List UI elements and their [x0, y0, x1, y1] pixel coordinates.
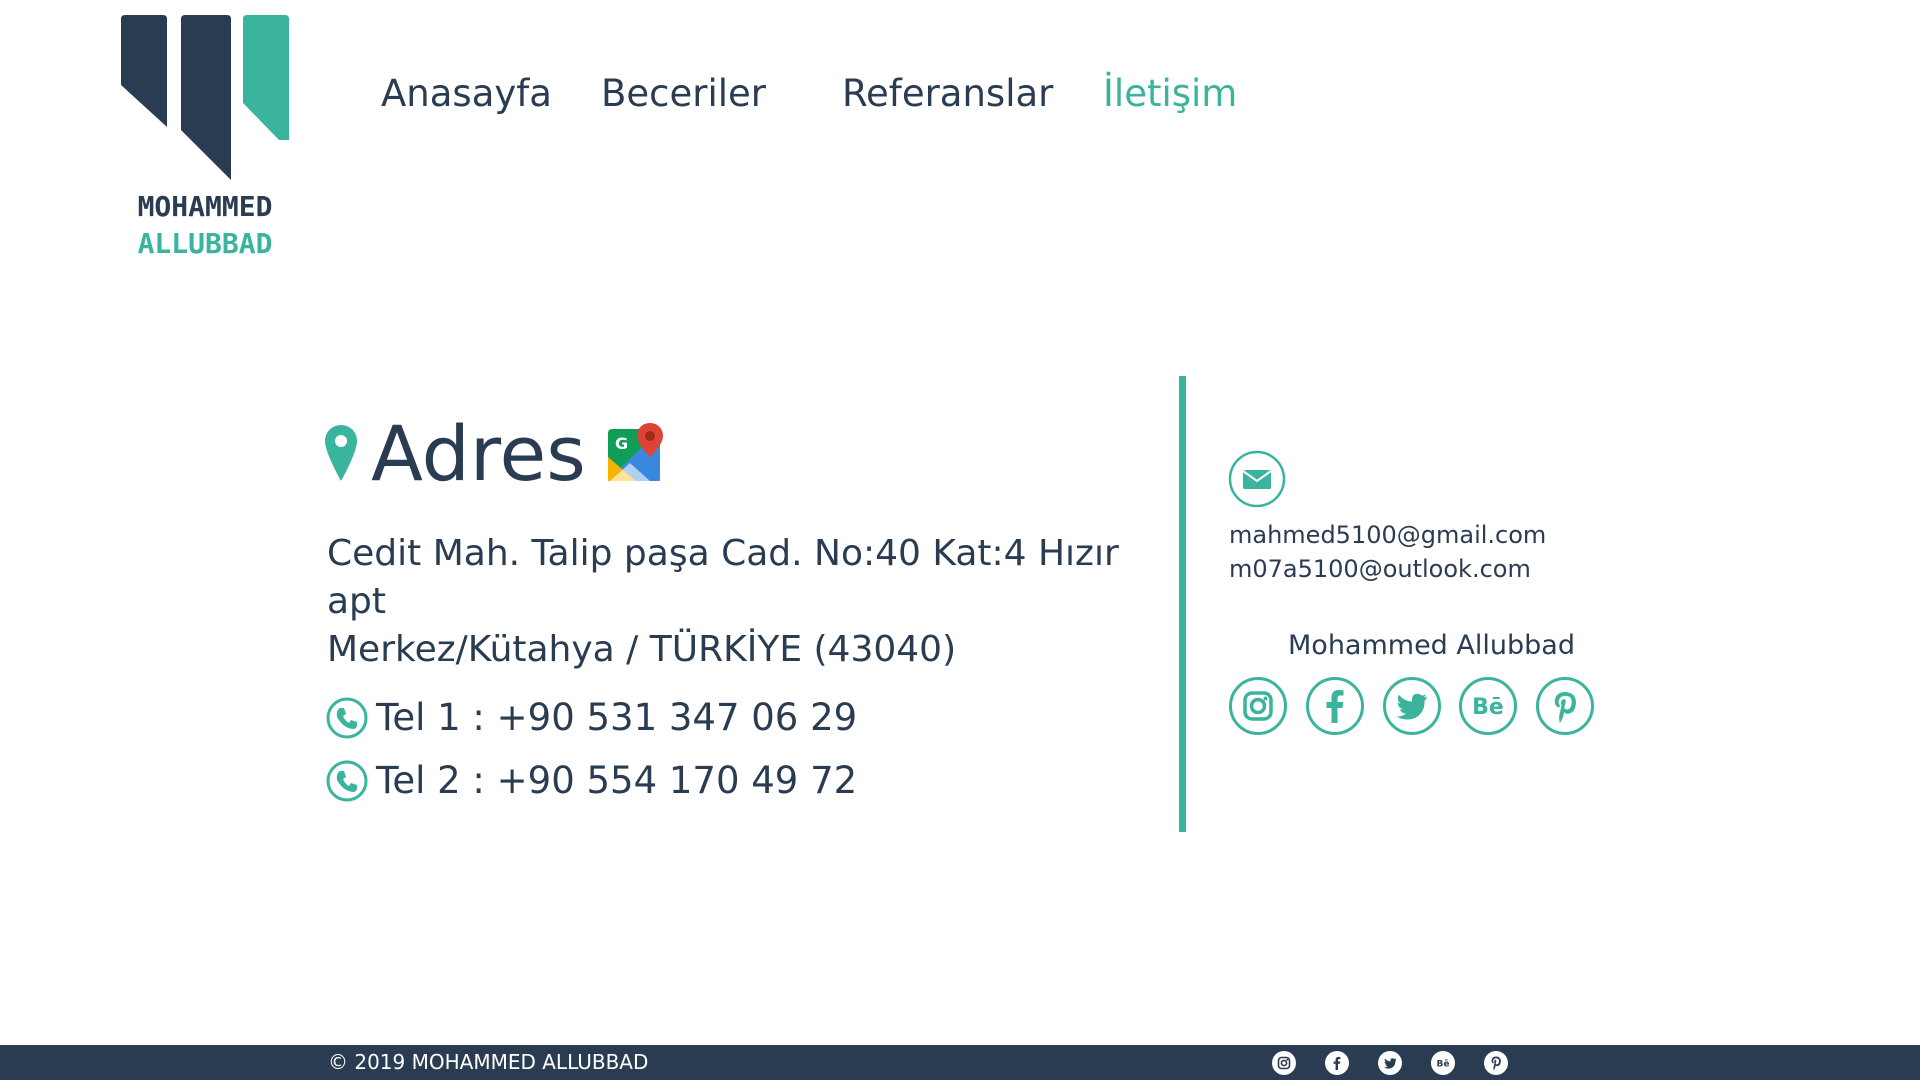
nav-item-anasayfa[interactable]: Anasayfa: [381, 72, 552, 115]
behance-icon[interactable]: Bē: [1431, 1051, 1455, 1075]
social-name: Mohammed Allubbad: [1288, 630, 1575, 661]
phone-number-2: Tel 2 : +90 554 170 49 72: [376, 759, 858, 802]
google-maps-icon[interactable]: G: [606, 423, 666, 483]
phone-row-2[interactable]: Tel 2 : +90 554 170 49 72: [326, 759, 857, 802]
facebook-icon[interactable]: [1305, 676, 1365, 736]
email-outlook[interactable]: m07a5100@outlook.com: [1229, 555, 1531, 583]
phone-row-1[interactable]: Tel 1 : +90 531 347 06 29: [326, 696, 857, 739]
logo-mark-icon: [121, 15, 289, 180]
address-line-2: Merkez/Kütahya / TÜRKİYE (43040): [327, 629, 957, 670]
site-logo[interactable]: MOHAMMED ALLUBBAD: [121, 15, 289, 260]
logo-name-first: MOHAMMED: [137, 190, 273, 223]
address-line-1: Cedit Mah. Talip paşa Cad. No:40 Kat:4 H…: [327, 533, 1119, 622]
address-title: Adres: [371, 408, 586, 498]
map-pin-icon: [325, 425, 357, 481]
instagram-icon[interactable]: [1272, 1051, 1296, 1075]
envelope-icon[interactable]: [1228, 450, 1286, 508]
svg-text:Bē: Bē: [1437, 1060, 1450, 1070]
address-text: Cedit Mah. Talip paşa Cad. No:40 Kat:4 H…: [327, 530, 1157, 674]
footer: © 2019 MOHAMMED ALLUBBAD Bē: [0, 1045, 1920, 1080]
instagram-icon[interactable]: [1228, 676, 1288, 736]
pinterest-icon[interactable]: [1484, 1051, 1508, 1075]
social-links: Bē: [1228, 676, 1612, 736]
address-heading: Adres G: [325, 408, 666, 498]
phone-icon: [326, 760, 368, 801]
svg-text:G: G: [615, 434, 628, 453]
email-gmail[interactable]: mahmed5100@gmail.com: [1229, 521, 1546, 549]
behance-icon[interactable]: Bē: [1458, 676, 1518, 736]
nav-item-iletisim[interactable]: İletişim: [1103, 72, 1237, 115]
twitter-icon[interactable]: [1382, 676, 1442, 736]
svg-text:Bē: Bē: [1472, 695, 1504, 720]
nav-item-referanslar[interactable]: Referanslar: [842, 72, 1053, 115]
twitter-icon[interactable]: [1378, 1051, 1402, 1075]
copyright-text: © 2019 MOHAMMED ALLUBBAD: [328, 1050, 649, 1074]
vertical-divider: [1179, 376, 1186, 832]
footer-social-links: Bē: [1272, 1051, 1537, 1075]
phone-icon: [326, 697, 368, 738]
nav-item-beceriler[interactable]: Beceriler: [601, 72, 766, 115]
logo-name-last: ALLUBBAD: [137, 227, 273, 260]
pinterest-icon[interactable]: [1535, 676, 1595, 736]
phone-number-1: Tel 1 : +90 531 347 06 29: [376, 696, 858, 739]
facebook-icon[interactable]: [1325, 1051, 1349, 1075]
